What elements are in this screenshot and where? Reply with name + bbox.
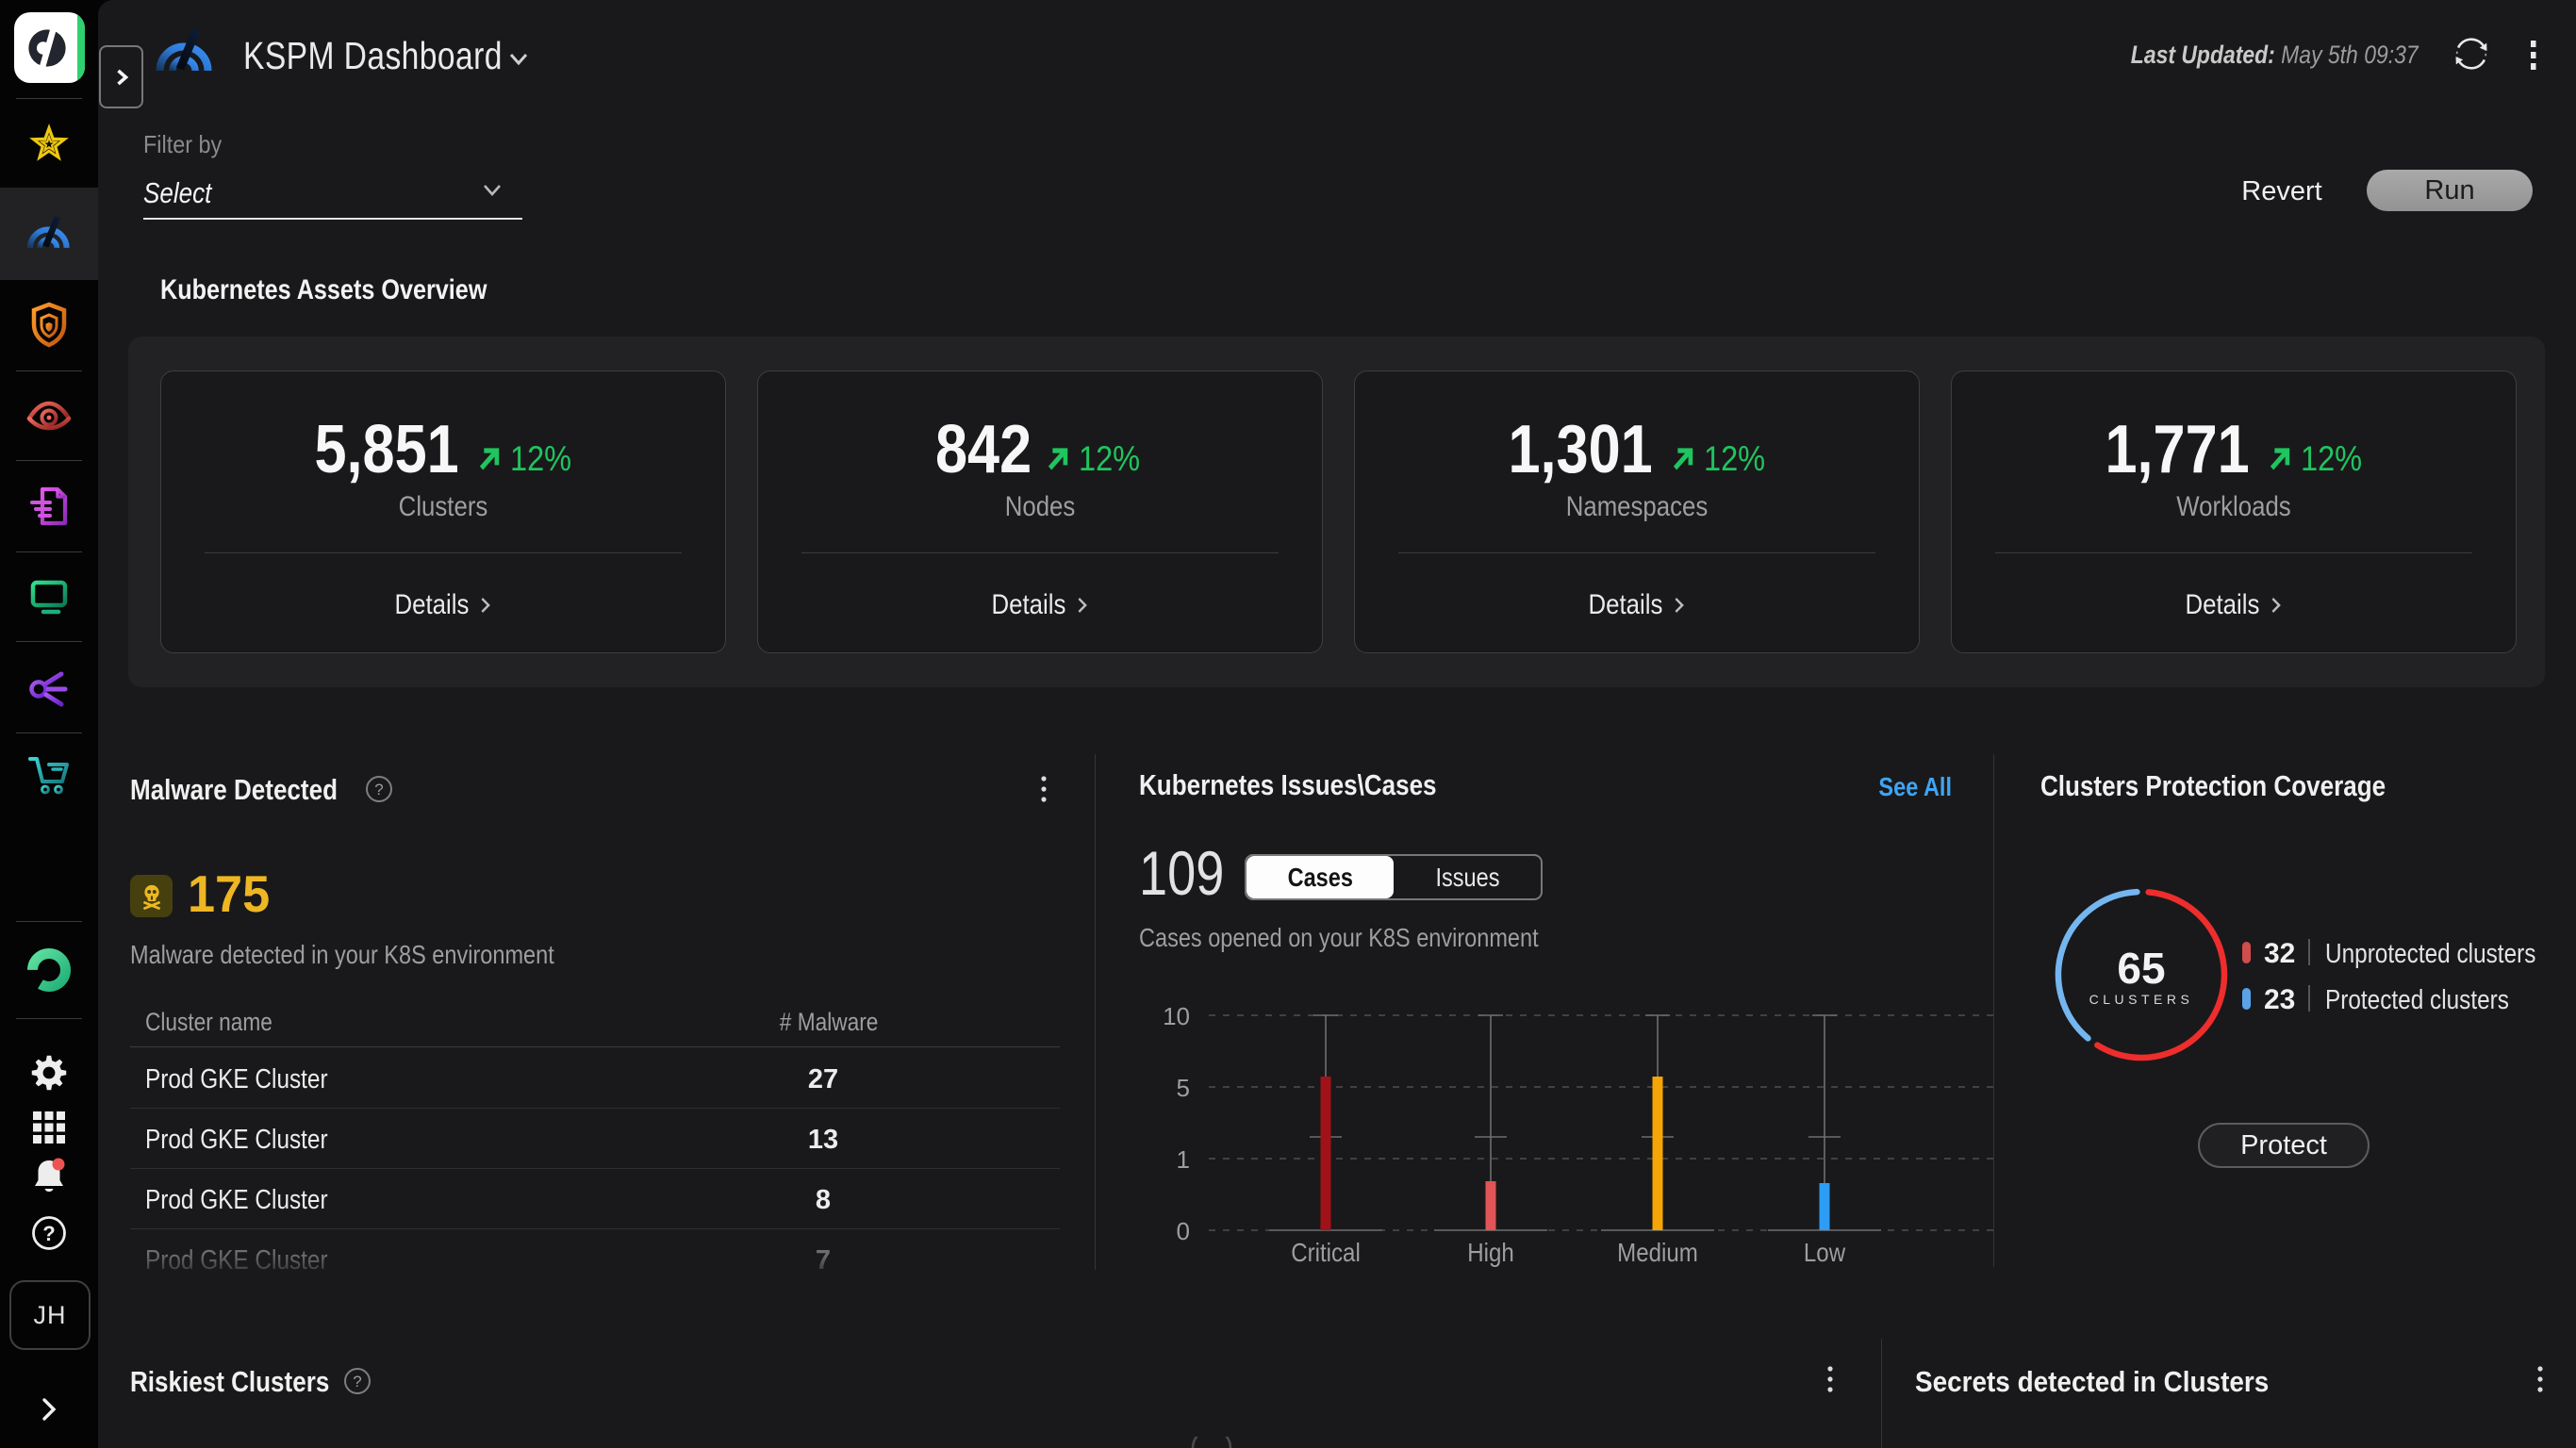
- svg-text:?: ?: [374, 781, 383, 798]
- svg-text:65: 65: [2117, 944, 2165, 993]
- svg-text:?: ?: [42, 1222, 55, 1245]
- svg-text:?: ?: [353, 1373, 361, 1390]
- svg-text:CLUSTERS: CLUSTERS: [2089, 992, 2194, 1007]
